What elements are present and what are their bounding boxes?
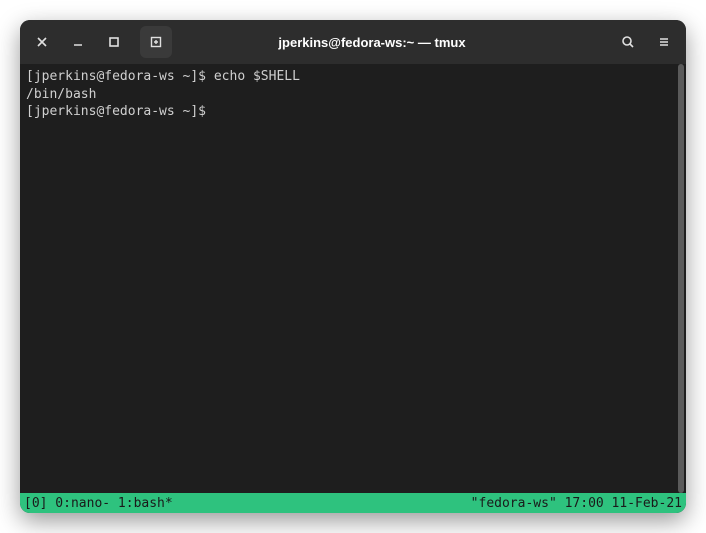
menu-button[interactable] [648,26,680,58]
tmux-status-left: [0] 0:nano- 1:bash* [24,496,173,511]
scrollbar-thumb[interactable] [678,64,684,493]
scrollbar[interactable] [676,64,686,493]
newtab-icon [149,35,163,49]
search-icon [621,35,635,49]
minimize-button[interactable] [62,26,94,58]
terminal-line: [jperkins@fedora-ws ~]$ echo $SHELL [26,68,680,86]
maximize-button[interactable] [98,26,130,58]
maximize-icon [107,35,121,49]
terminal-line: /bin/bash [26,86,680,104]
new-tab-button[interactable] [140,26,172,58]
window-title: jperkins@fedora-ws:~ — tmux [176,35,608,50]
search-button[interactable] [612,26,644,58]
terminal-window: jperkins@fedora-ws:~ — tmux [jperkins@fe… [20,20,686,513]
menu-icon [657,35,671,49]
terminal-line: [jperkins@fedora-ws ~]$ [26,103,680,121]
terminal-body[interactable]: [jperkins@fedora-ws ~]$ echo $SHELL /bin… [20,64,686,493]
close-button[interactable] [26,26,58,58]
close-icon [35,35,49,49]
titlebar: jperkins@fedora-ws:~ — tmux [20,20,686,64]
tmux-status-bar: [0] 0:nano- 1:bash* "fedora-ws" 17:00 11… [20,493,686,513]
minimize-icon [71,35,85,49]
tmux-status-right: "fedora-ws" 17:00 11-Feb-21 [471,496,682,511]
